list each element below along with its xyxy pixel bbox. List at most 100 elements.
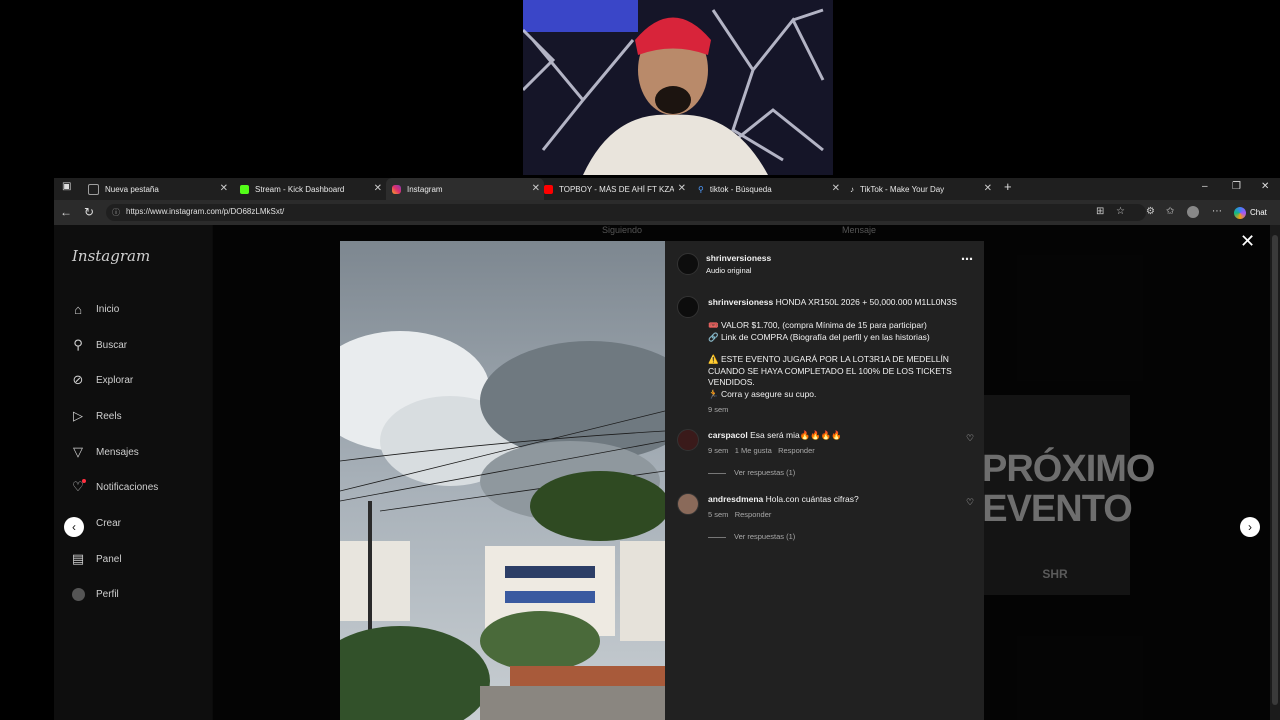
nav-notificaciones[interactable]: ♡ Notificaciones xyxy=(70,477,158,497)
search-icon: ⚲ xyxy=(698,184,704,194)
reply-button[interactable]: Responder xyxy=(778,446,815,455)
tab-tiktok-search[interactable]: ⚲ tiktok - Búsqueda ✕ xyxy=(698,178,840,200)
extensions-icon[interactable]: ⚙ xyxy=(1146,206,1155,217)
close-tab-icon[interactable]: ✕ xyxy=(678,183,686,194)
view-replies-button[interactable]: Ver respuestas (1) xyxy=(708,468,795,477)
close-tab-icon[interactable]: ✕ xyxy=(984,183,992,194)
heart-icon: ♡ xyxy=(70,479,86,495)
comment-1: carspacol Esa será mia🔥🔥🔥🔥 xyxy=(708,430,842,442)
copilot-chat-button[interactable]: Chat xyxy=(1234,203,1274,222)
more-options-icon[interactable]: ⋯ xyxy=(961,253,973,266)
nav-buscar[interactable]: ⚲ Buscar xyxy=(70,335,127,355)
following-button-bg: Siguiendo xyxy=(602,225,643,235)
tab-instagram[interactable]: Instagram ✕ xyxy=(386,178,544,200)
tab-actions-icon[interactable]: ▣ xyxy=(62,181,71,192)
comment-username[interactable]: andresdmena xyxy=(708,494,763,504)
close-tab-icon[interactable]: ✕ xyxy=(374,183,382,194)
prev-post-button[interactable]: ‹ xyxy=(64,517,84,537)
close-tab-icon[interactable]: ✕ xyxy=(832,183,840,194)
instagram-sidebar: Instagram ⌂ Inicio ⚲ Buscar ⊘ Explorar ▷… xyxy=(54,225,213,720)
audio-label[interactable]: Audio original xyxy=(706,265,751,277)
youtube-icon xyxy=(544,184,553,194)
page-scrollbar[interactable] xyxy=(1270,225,1280,720)
post-photo xyxy=(340,241,665,720)
chevron-left-icon: ‹ xyxy=(72,520,76,534)
post-image[interactable] xyxy=(340,241,665,720)
more-options-icon[interactable]: ⋯ xyxy=(1212,206,1222,217)
caption-avatar[interactable] xyxy=(677,296,699,318)
search-icon: ⚲ xyxy=(73,337,83,352)
message-button-bg: Mensaje xyxy=(842,225,877,235)
webcam-image xyxy=(523,0,833,175)
back-icon[interactable]: ← xyxy=(60,205,72,219)
webcam-overlay xyxy=(523,0,833,175)
reply-button[interactable]: Responder xyxy=(735,510,772,519)
next-post-button[interactable]: › xyxy=(1240,517,1260,537)
chart-icon: ▤ xyxy=(71,551,85,566)
page-icon xyxy=(88,183,99,195)
restore-icon[interactable]: ❐ xyxy=(1232,181,1241,192)
tab-tiktok[interactable]: ♪ TikTok - Make Your Day ✕ xyxy=(850,178,992,200)
notification-dot xyxy=(82,479,86,483)
promo-brand: SHR xyxy=(1042,567,1068,581)
comment-1-meta: 9 sem 1 Me gusta Responder xyxy=(708,446,815,455)
instagram-logo[interactable]: Instagram xyxy=(72,247,150,265)
caption-body: shrinversioness HONDA XR150L 2026 + 50,0… xyxy=(708,297,973,309)
compass-icon: ⊘ xyxy=(72,372,84,387)
caption-title: HONDA XR150L 2026 + 50,000.000 M1LL0N3S xyxy=(775,297,957,307)
url-field[interactable]: ⓘ https://www.instagram.com/p/DO68zLMkSx… xyxy=(106,204,1146,221)
chevron-right-icon: › xyxy=(1248,520,1252,534)
home-icon: ⌂ xyxy=(74,301,82,317)
address-bar-row: ← ↻ ⓘ https://www.instagram.com/p/DO68zL… xyxy=(54,200,1280,225)
view-replies-button[interactable]: Ver respuestas (1) xyxy=(708,532,795,541)
nav-inicio[interactable]: ⌂ Inicio xyxy=(70,299,119,319)
next-post-preview: PRÓXIMO EVENTO SHR xyxy=(980,395,1155,595)
nav-reels[interactable]: ▷ Reels xyxy=(70,406,122,426)
comment-2: andresdmena Hola.con cuántas cifras? xyxy=(708,494,859,506)
commenter-avatar[interactable] xyxy=(677,429,699,451)
profile-avatar-icon[interactable] xyxy=(1187,206,1199,218)
app-available-icon[interactable]: ⊞ xyxy=(1096,206,1104,217)
tab-new-tab[interactable]: Nueva pestaña ✕ xyxy=(88,178,228,200)
kick-icon xyxy=(240,184,249,194)
nav-mensajes[interactable]: ▽ Mensajes xyxy=(70,442,139,462)
comment-username[interactable]: carspacol xyxy=(708,430,748,440)
caption-details: 🎟️ VALOR $1.700, (compra Mínima de 15 pa… xyxy=(708,320,952,399)
likes-count[interactable]: 1 Me gusta xyxy=(735,446,772,455)
like-comment-icon[interactable]: ♡ xyxy=(966,497,974,508)
close-tab-icon[interactable]: ✕ xyxy=(532,183,540,194)
post-details-panel: shrinversioness Audio original ⋯ shrinve… xyxy=(665,241,984,720)
caption-time: 9 sem xyxy=(708,405,729,414)
favorite-star-icon[interactable]: ☆ xyxy=(1116,206,1125,217)
close-window-icon[interactable]: ✕ xyxy=(1261,181,1269,192)
comment-text: Hola.con cuántas cifras? xyxy=(765,494,859,504)
like-comment-icon[interactable]: ♡ xyxy=(966,433,974,444)
new-tab-icon[interactable]: + xyxy=(1004,179,1012,194)
instagram-icon xyxy=(392,184,401,194)
tab-bar: ▣ Nueva pestaña ✕ Stream - Kick Dashboar… xyxy=(54,178,1280,200)
avatar-icon xyxy=(70,586,86,602)
site-info-icon[interactable]: ⓘ xyxy=(112,207,120,218)
tab-youtube[interactable]: TOPBOY - MÁS DE AHÍ FT KZADO ✕ xyxy=(544,178,686,200)
commenter-avatar[interactable] xyxy=(677,493,699,515)
close-tab-icon[interactable]: ✕ xyxy=(220,183,228,194)
author-avatar[interactable] xyxy=(677,253,699,275)
comment-2-meta: 5 sem Responder xyxy=(708,510,772,519)
reload-icon[interactable]: ↻ xyxy=(84,205,94,219)
caption-username[interactable]: shrinversioness xyxy=(708,297,773,307)
tab-kick[interactable]: Stream - Kick Dashboard ✕ xyxy=(240,178,382,200)
tiktok-icon: ♪ xyxy=(850,184,854,194)
send-icon: ▽ xyxy=(73,444,83,459)
favorites-icon[interactable]: ✩ xyxy=(1166,206,1174,217)
nav-panel[interactable]: ▤ Panel xyxy=(70,549,122,569)
page-viewport: Instagram ⌂ Inicio ⚲ Buscar ⊘ Explorar ▷… xyxy=(54,225,1270,720)
minimize-icon[interactable]: – xyxy=(1202,181,1208,192)
browser-window: ▣ Nueva pestaña ✕ Stream - Kick Dashboar… xyxy=(54,178,1280,720)
nav-perfil[interactable]: Perfil xyxy=(70,584,119,604)
close-icon[interactable]: ✕ xyxy=(1240,231,1255,252)
copilot-icon xyxy=(1234,206,1246,219)
scrollbar-thumb[interactable] xyxy=(1272,235,1278,705)
author-username[interactable]: shrinversioness xyxy=(706,253,771,265)
nav-explorar[interactable]: ⊘ Explorar xyxy=(70,370,134,390)
reels-icon: ▷ xyxy=(73,408,83,423)
